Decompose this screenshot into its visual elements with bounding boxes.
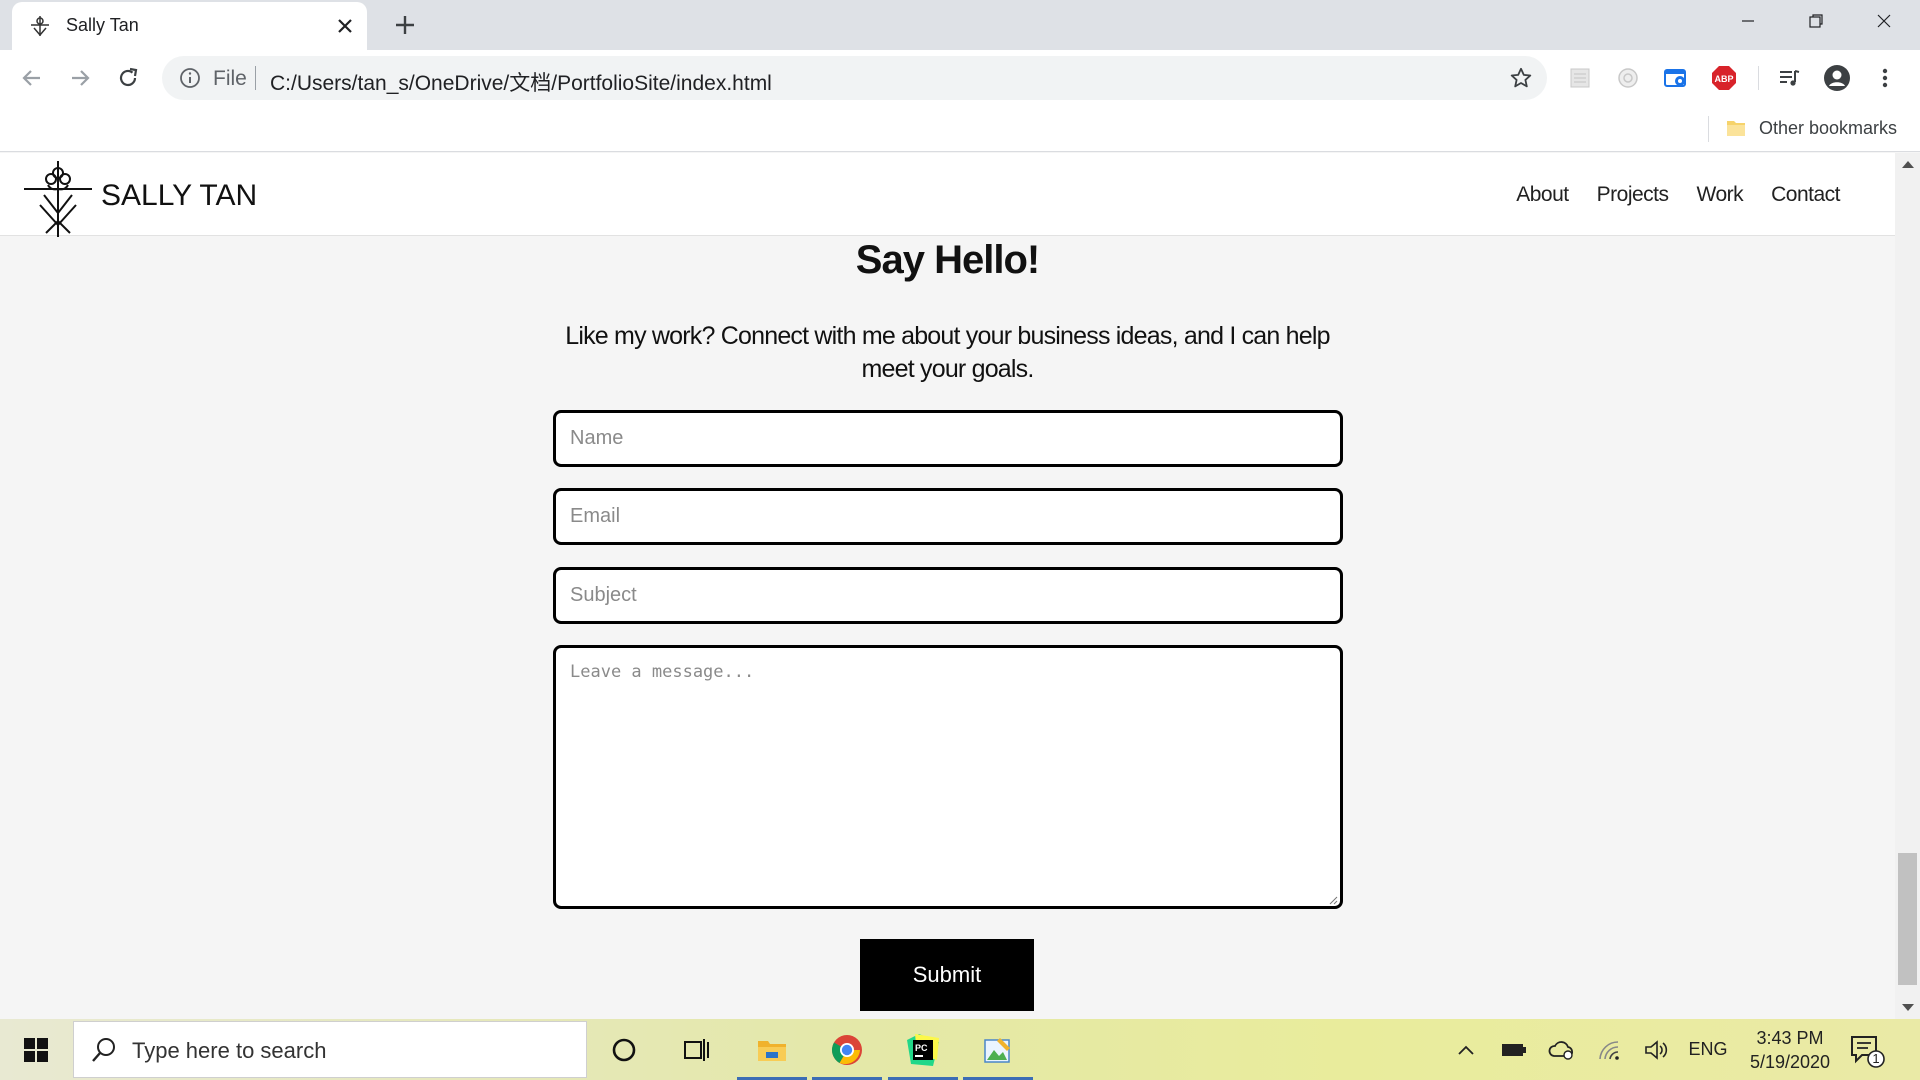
tab-strip: Sally Tan — [0, 0, 1920, 50]
contact-intro: Like my work? Connect with me about your… — [565, 322, 1330, 383]
resize-grip-icon[interactable] — [1328, 895, 1338, 905]
brand-name[interactable]: SALLY TAN — [101, 179, 257, 213]
onedrive-button[interactable] — [1544, 1019, 1580, 1080]
screenshot-extension-icon[interactable] — [1662, 64, 1690, 92]
show-hidden-icons-button[interactable] — [1450, 1019, 1482, 1080]
taskbar: Type here to search PC ENG 3:43 PM 5/19/… — [0, 1019, 1920, 1080]
subject-field[interactable] — [553, 567, 1343, 624]
scroll-up-icon[interactable] — [1902, 161, 1914, 168]
url-divider — [255, 66, 256, 90]
site-favicon-icon — [31, 16, 49, 37]
volume-button[interactable] — [1638, 1019, 1674, 1080]
other-bookmarks-link[interactable]: Other bookmarks — [1759, 118, 1897, 139]
chrome-button[interactable] — [810, 1019, 884, 1080]
onedrive-sync-icon — [1548, 1040, 1573, 1060]
speaker-icon — [1645, 1039, 1668, 1060]
browser-tab[interactable]: Sally Tan — [12, 2, 367, 50]
bookmarks-bar: Other bookmarks — [0, 106, 1920, 152]
logo-icon[interactable] — [22, 159, 94, 239]
nav-work-link[interactable]: Work — [1697, 183, 1744, 207]
scroll-thumb[interactable] — [1898, 853, 1917, 985]
taskbar-clock[interactable]: 3:43 PM 5/19/2020 — [1740, 1026, 1840, 1074]
nav-projects-link[interactable]: Projects — [1597, 183, 1669, 207]
tab-close-icon[interactable] — [331, 12, 359, 40]
media-control-icon[interactable] — [1775, 64, 1803, 92]
site-header: SALLY TAN About Projects Work Contact — [0, 153, 1895, 239]
pycharm-icon: PC — [907, 1033, 939, 1066]
task-view-button[interactable] — [659, 1019, 733, 1080]
address-bar[interactable]: File C:/Users/tan_s/OneDrive/文档/Portfoli… — [162, 56, 1547, 100]
notification-icon — [1851, 1036, 1885, 1068]
window-close-button[interactable] — [1850, 0, 1918, 42]
bookmark-star-icon[interactable] — [1509, 66, 1533, 90]
chrome-icon — [831, 1034, 862, 1065]
extension-circle-icon[interactable] — [1614, 64, 1642, 92]
profile-icon[interactable] — [1823, 64, 1851, 92]
nav-contact-link[interactable]: Contact — [1771, 183, 1840, 207]
notification-count: 1 — [1872, 1051, 1880, 1066]
reload-button[interactable] — [110, 60, 146, 96]
svg-text:ABP: ABP — [1714, 74, 1733, 84]
site-info-icon[interactable] — [178, 66, 202, 90]
action-center-button[interactable]: 1 — [1846, 1033, 1886, 1069]
email-field[interactable] — [553, 488, 1343, 545]
chevron-up-icon — [1458, 1045, 1474, 1055]
clock-date: 5/19/2020 — [1749, 1052, 1831, 1072]
window-minimize-button[interactable] — [1714, 0, 1782, 42]
file-explorer-icon — [758, 1040, 786, 1061]
cortana-icon — [612, 1038, 636, 1061]
battery-icon — [1502, 1043, 1526, 1056]
new-tab-button[interactable] — [388, 8, 422, 42]
page-scrollbar[interactable] — [1895, 153, 1920, 1019]
scroll-down-icon[interactable] — [1902, 1004, 1914, 1011]
bookmarks-divider — [1708, 116, 1709, 142]
start-button[interactable] — [0, 1019, 72, 1080]
window-restore-button[interactable] — [1782, 0, 1850, 42]
message-field[interactable] — [553, 645, 1343, 909]
folder-icon — [1727, 121, 1745, 136]
task-view-icon — [684, 1038, 709, 1061]
windows-logo-icon — [24, 1037, 48, 1062]
browser-toolbar: File C:/Users/tan_s/OneDrive/文档/Portfoli… — [0, 50, 1920, 106]
page-viewport: SALLY TAN About Projects Work Contact Sa… — [0, 153, 1895, 1019]
cortana-button[interactable] — [587, 1019, 661, 1080]
pycharm-button[interactable]: PC — [886, 1019, 960, 1080]
url-text[interactable]: C:/Users/tan_s/OneDrive/文档/PortfolioSite… — [270, 67, 772, 97]
url-scheme-label: File — [213, 67, 247, 90]
toolbar-divider — [1758, 66, 1759, 90]
taskbar-search-box[interactable]: Type here to search — [73, 1021, 587, 1078]
image-editor-button[interactable] — [961, 1019, 1035, 1080]
wifi-button[interactable] — [1592, 1019, 1628, 1080]
search-icon — [92, 1038, 115, 1062]
submit-button[interactable]: Submit — [860, 939, 1034, 1011]
nav-about-link[interactable]: About — [1516, 183, 1569, 207]
menu-icon[interactable] — [1871, 64, 1899, 92]
extension-grid-icon[interactable] — [1566, 64, 1594, 92]
svg-text:PC: PC — [915, 1043, 928, 1053]
input-language-indicator[interactable]: ENG — [1676, 1019, 1740, 1080]
site-nav: About Projects Work Contact — [1516, 183, 1840, 207]
name-field[interactable] — [553, 410, 1343, 467]
wifi-icon — [1599, 1040, 1619, 1060]
battery-button[interactable] — [1496, 1019, 1532, 1080]
adblock-plus-icon[interactable]: ABP — [1710, 64, 1738, 92]
clock-time: 3:43 PM — [1756, 1028, 1824, 1048]
image-editor-icon — [984, 1037, 1010, 1063]
file-explorer-button[interactable] — [735, 1019, 809, 1080]
forward-button[interactable] — [62, 60, 98, 96]
contact-heading: Say Hello! — [855, 238, 1040, 282]
tab-title: Sally Tan — [66, 15, 139, 35]
taskbar-search-placeholder: Type here to search — [132, 1038, 327, 1063]
back-button[interactable] — [14, 60, 50, 96]
